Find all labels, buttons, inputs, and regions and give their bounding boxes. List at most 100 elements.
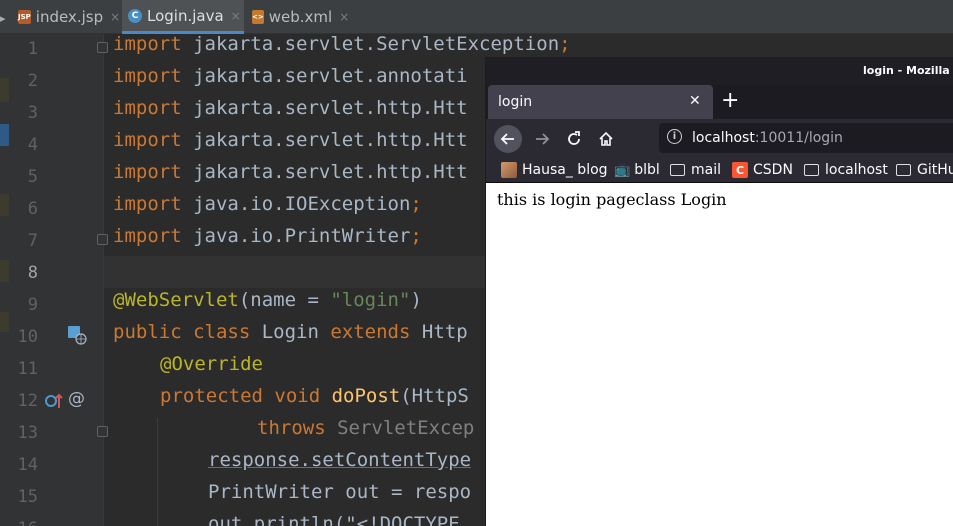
reload-icon (568, 131, 580, 145)
line-number: 2 (27, 71, 38, 91)
tab-scroll-left-icon[interactable]: ▸ (0, 12, 6, 25)
close-icon[interactable]: × (110, 10, 120, 24)
close-icon[interactable]: × (339, 10, 349, 24)
keyword: import (113, 33, 182, 55)
line-number: 7 (27, 231, 38, 251)
arrow-right-icon (536, 133, 550, 145)
bookmark-blbl[interactable]: 📺 blbl (614, 161, 660, 179)
bookmark-label: blbl (634, 162, 660, 178)
keyword: import (113, 161, 182, 183)
code-line: import jakarta.servlet.annotati (113, 65, 468, 97)
line-number: 13 (17, 423, 38, 443)
annotation: @WebServlet (113, 289, 239, 311)
keyword: public class (113, 321, 251, 343)
home-icon (599, 131, 613, 146)
code-text: java.io.PrintWriter (181, 225, 411, 247)
line-number: 1 (27, 39, 38, 59)
line-number: 16 (0, 513, 38, 526)
code-line: PrintWriter out = respo (208, 481, 472, 503)
keyword: throws (257, 417, 326, 439)
bookmark-label: mail (691, 162, 721, 178)
fold-marker-icon[interactable] (97, 234, 108, 245)
bilibili-icon: 📺 (614, 162, 631, 178)
keyword: import (113, 65, 182, 87)
forward-button[interactable] (528, 125, 556, 153)
code-text: ; (410, 225, 422, 247)
java-class-icon: C (128, 8, 142, 23)
folder-icon (670, 164, 685, 176)
navigation-toolbar: i localhost:10011/login (486, 119, 953, 157)
close-tab-icon[interactable]: ✕ (689, 93, 701, 109)
url-bar[interactable]: i localhost:10011/login (659, 123, 953, 153)
line-number: 10 (17, 327, 38, 347)
annotation-at-icon[interactable]: @ (68, 389, 85, 409)
line-number: 8 (27, 263, 38, 283)
bookmark-csdn[interactable]: C CSDN (732, 161, 793, 179)
code-line: import jakarta.servlet.http.Htt (113, 129, 468, 161)
code-text: (name = (238, 289, 331, 311)
back-button[interactable] (494, 125, 522, 153)
annotation: @Override (160, 353, 263, 375)
bookmark-hausa-blog[interactable]: Hausa_ blog (501, 161, 608, 179)
code-line: import jakarta.servlet.http.Htt (113, 97, 468, 129)
code-line: response.setContentType (208, 449, 472, 471)
reload-button[interactable] (560, 125, 588, 153)
info-icon[interactable]: i (667, 129, 682, 144)
code-text: (HttpS (400, 385, 469, 407)
keyword: extends (330, 321, 411, 343)
code-text: jakarta.servlet.http.Htt (181, 97, 468, 119)
code-text: jakarta.servlet.http.Htt (181, 129, 468, 151)
keyword: import (113, 97, 182, 119)
avatar-icon (501, 162, 517, 178)
code-line: protected void doPost(HttpS (160, 385, 469, 417)
code-text: jakarta.servlet.ServletException (181, 33, 560, 55)
line-number: 14 (17, 455, 38, 475)
web-servlet-gutter-icon[interactable] (67, 325, 87, 349)
bookmark-label: Hausa_ blog (522, 162, 608, 178)
code-text: ) (410, 289, 422, 311)
new-tab-button[interactable]: + (721, 88, 739, 113)
tab-label: Login.java (147, 6, 224, 25)
line-number: 6 (27, 199, 38, 219)
bookmark-label: GitHu (917, 162, 953, 178)
bookmark-localhost[interactable]: localhost (804, 161, 888, 179)
code-line: import jakarta.servlet.http.Htt (113, 161, 468, 193)
editor-tab-bar: ▸ JSP index.jsp × C Login.java × <> web.… (0, 0, 953, 34)
bookmarks-toolbar: Hausa_ blog 📺 blbl mail C CSDN localhost G… (486, 157, 953, 183)
code-text: ServletExcep (325, 417, 475, 439)
keyword: import (113, 129, 182, 151)
home-button[interactable] (592, 125, 620, 153)
browser-tab-title: login (498, 94, 533, 110)
bookmark-label: CSDN (753, 162, 793, 178)
browser-tab-strip: login ✕ + (486, 85, 953, 119)
bookmark-mail[interactable]: mail (670, 161, 721, 179)
tab-index-jsp[interactable]: JSP index.jsp × (12, 0, 120, 34)
code-line: throws ServletExcep (257, 417, 474, 449)
line-number: 5 (27, 167, 38, 187)
line-number: 4 (27, 135, 38, 155)
csdn-icon: C (732, 162, 748, 178)
method-name: doPost (320, 385, 401, 407)
fold-marker-icon[interactable] (97, 426, 108, 437)
close-icon[interactable]: × (231, 9, 241, 23)
fold-marker-icon[interactable] (97, 42, 108, 53)
url-host: localhost (692, 130, 755, 146)
window-titlebar[interactable]: login - Mozilla Fir (486, 57, 953, 85)
bookmark-github[interactable]: GitHu (896, 161, 953, 179)
override-method-icon[interactable] (44, 391, 66, 415)
keyword: protected void (160, 385, 321, 407)
code-line: import java.io.IOException; (113, 193, 422, 225)
tab-login-java[interactable]: C Login.java × (122, 0, 244, 34)
jsp-file-icon: JSP (18, 10, 31, 24)
browser-tab-login[interactable]: login ✕ (488, 85, 713, 119)
xml-file-icon: <> (252, 10, 264, 24)
line-number: 12 (17, 391, 38, 411)
folder-icon (896, 164, 911, 176)
indent-guide (157, 418, 158, 526)
keyword: import (113, 225, 182, 247)
tab-web-xml[interactable]: <> web.xml × (246, 0, 349, 34)
code-line: import java.io.PrintWriter; (113, 225, 422, 257)
string-literal: "login" (330, 289, 411, 311)
url-text: localhost:10011/login (692, 130, 843, 146)
bookmark-label: localhost (825, 162, 888, 178)
